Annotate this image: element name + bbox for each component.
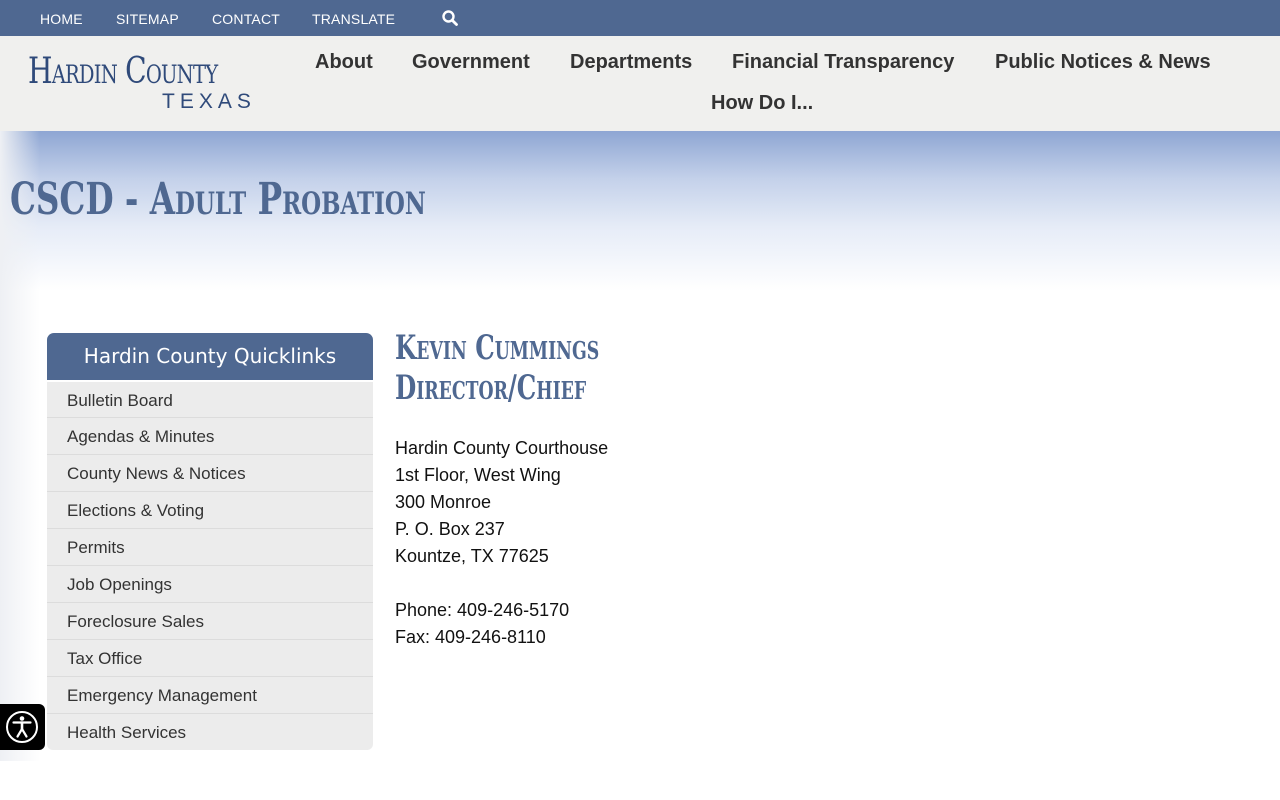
contact-phone: Phone: 409-246-5170	[395, 600, 570, 620]
address-line: P. O. Box 237	[395, 519, 505, 539]
quicklinks-panel: Hardin County Quicklinks Bulletin Board …	[47, 333, 373, 750]
contact-title: Director/Chief	[395, 368, 587, 408]
quicklink-tax-office[interactable]: Tax Office	[47, 639, 373, 676]
site-header: Hardin County TEXAS About Government Dep…	[0, 36, 1280, 131]
quicklink-agendas-minutes[interactable]: Agendas & Minutes	[47, 417, 373, 454]
logo-state-name: TEXAS	[162, 90, 256, 113]
contact-fax: Fax: 409-246-8110	[395, 627, 546, 647]
utility-link-contact[interactable]: CONTACT	[212, 11, 280, 27]
nav-item-public-notices[interactable]: Public Notices & News	[995, 51, 1211, 74]
quicklink-health-services[interactable]: Health Services	[47, 713, 373, 750]
nav-item-financial-transparency[interactable]: Financial Transparency	[732, 51, 954, 74]
quicklink-county-news[interactable]: County News & Notices	[47, 454, 373, 491]
utility-link-translate[interactable]: TRANSLATE	[312, 11, 395, 27]
nav-item-about[interactable]: About	[315, 51, 373, 74]
utility-link-sitemap[interactable]: SITEMAP	[116, 11, 179, 27]
quicklink-elections-voting[interactable]: Elections & Voting	[47, 491, 373, 528]
nav-item-departments[interactable]: Departments	[570, 51, 692, 74]
quicklink-emergency-management[interactable]: Emergency Management	[47, 676, 373, 713]
address-line: Kountze, TX 77625	[395, 546, 549, 566]
nav-item-how-do-i[interactable]: How Do I...	[711, 92, 813, 115]
quicklinks-list: Bulletin Board Agendas & Minutes County …	[47, 380, 373, 750]
quicklink-job-openings[interactable]: Job Openings	[47, 565, 373, 602]
logo-county-name: Hardin County	[28, 51, 218, 92]
accessibility-icon	[6, 711, 38, 743]
utility-bar: HOME SITEMAP CONTACT TRANSLATE	[0, 0, 1280, 36]
address-line: 1st Floor, West Wing	[395, 465, 561, 485]
quicklink-permits[interactable]: Permits	[47, 528, 373, 565]
quicklinks-header: Hardin County Quicklinks	[47, 333, 373, 380]
site-logo[interactable]: Hardin County TEXAS	[28, 50, 258, 114]
page-title: CSCD - Adult Probation	[10, 174, 426, 225]
utility-link-home[interactable]: HOME	[40, 11, 83, 27]
accessibility-button[interactable]	[0, 704, 45, 750]
address-line: Hardin County Courthouse	[395, 438, 609, 458]
quicklink-bulletin-board[interactable]: Bulletin Board	[47, 380, 373, 417]
search-icon[interactable]	[441, 9, 459, 27]
address-line: 300 Monroe	[395, 492, 492, 512]
contact-name: Kevin Cummings	[395, 328, 600, 368]
quicklink-foreclosure-sales[interactable]: Foreclosure Sales	[47, 602, 373, 639]
nav-item-government[interactable]: Government	[412, 51, 530, 74]
